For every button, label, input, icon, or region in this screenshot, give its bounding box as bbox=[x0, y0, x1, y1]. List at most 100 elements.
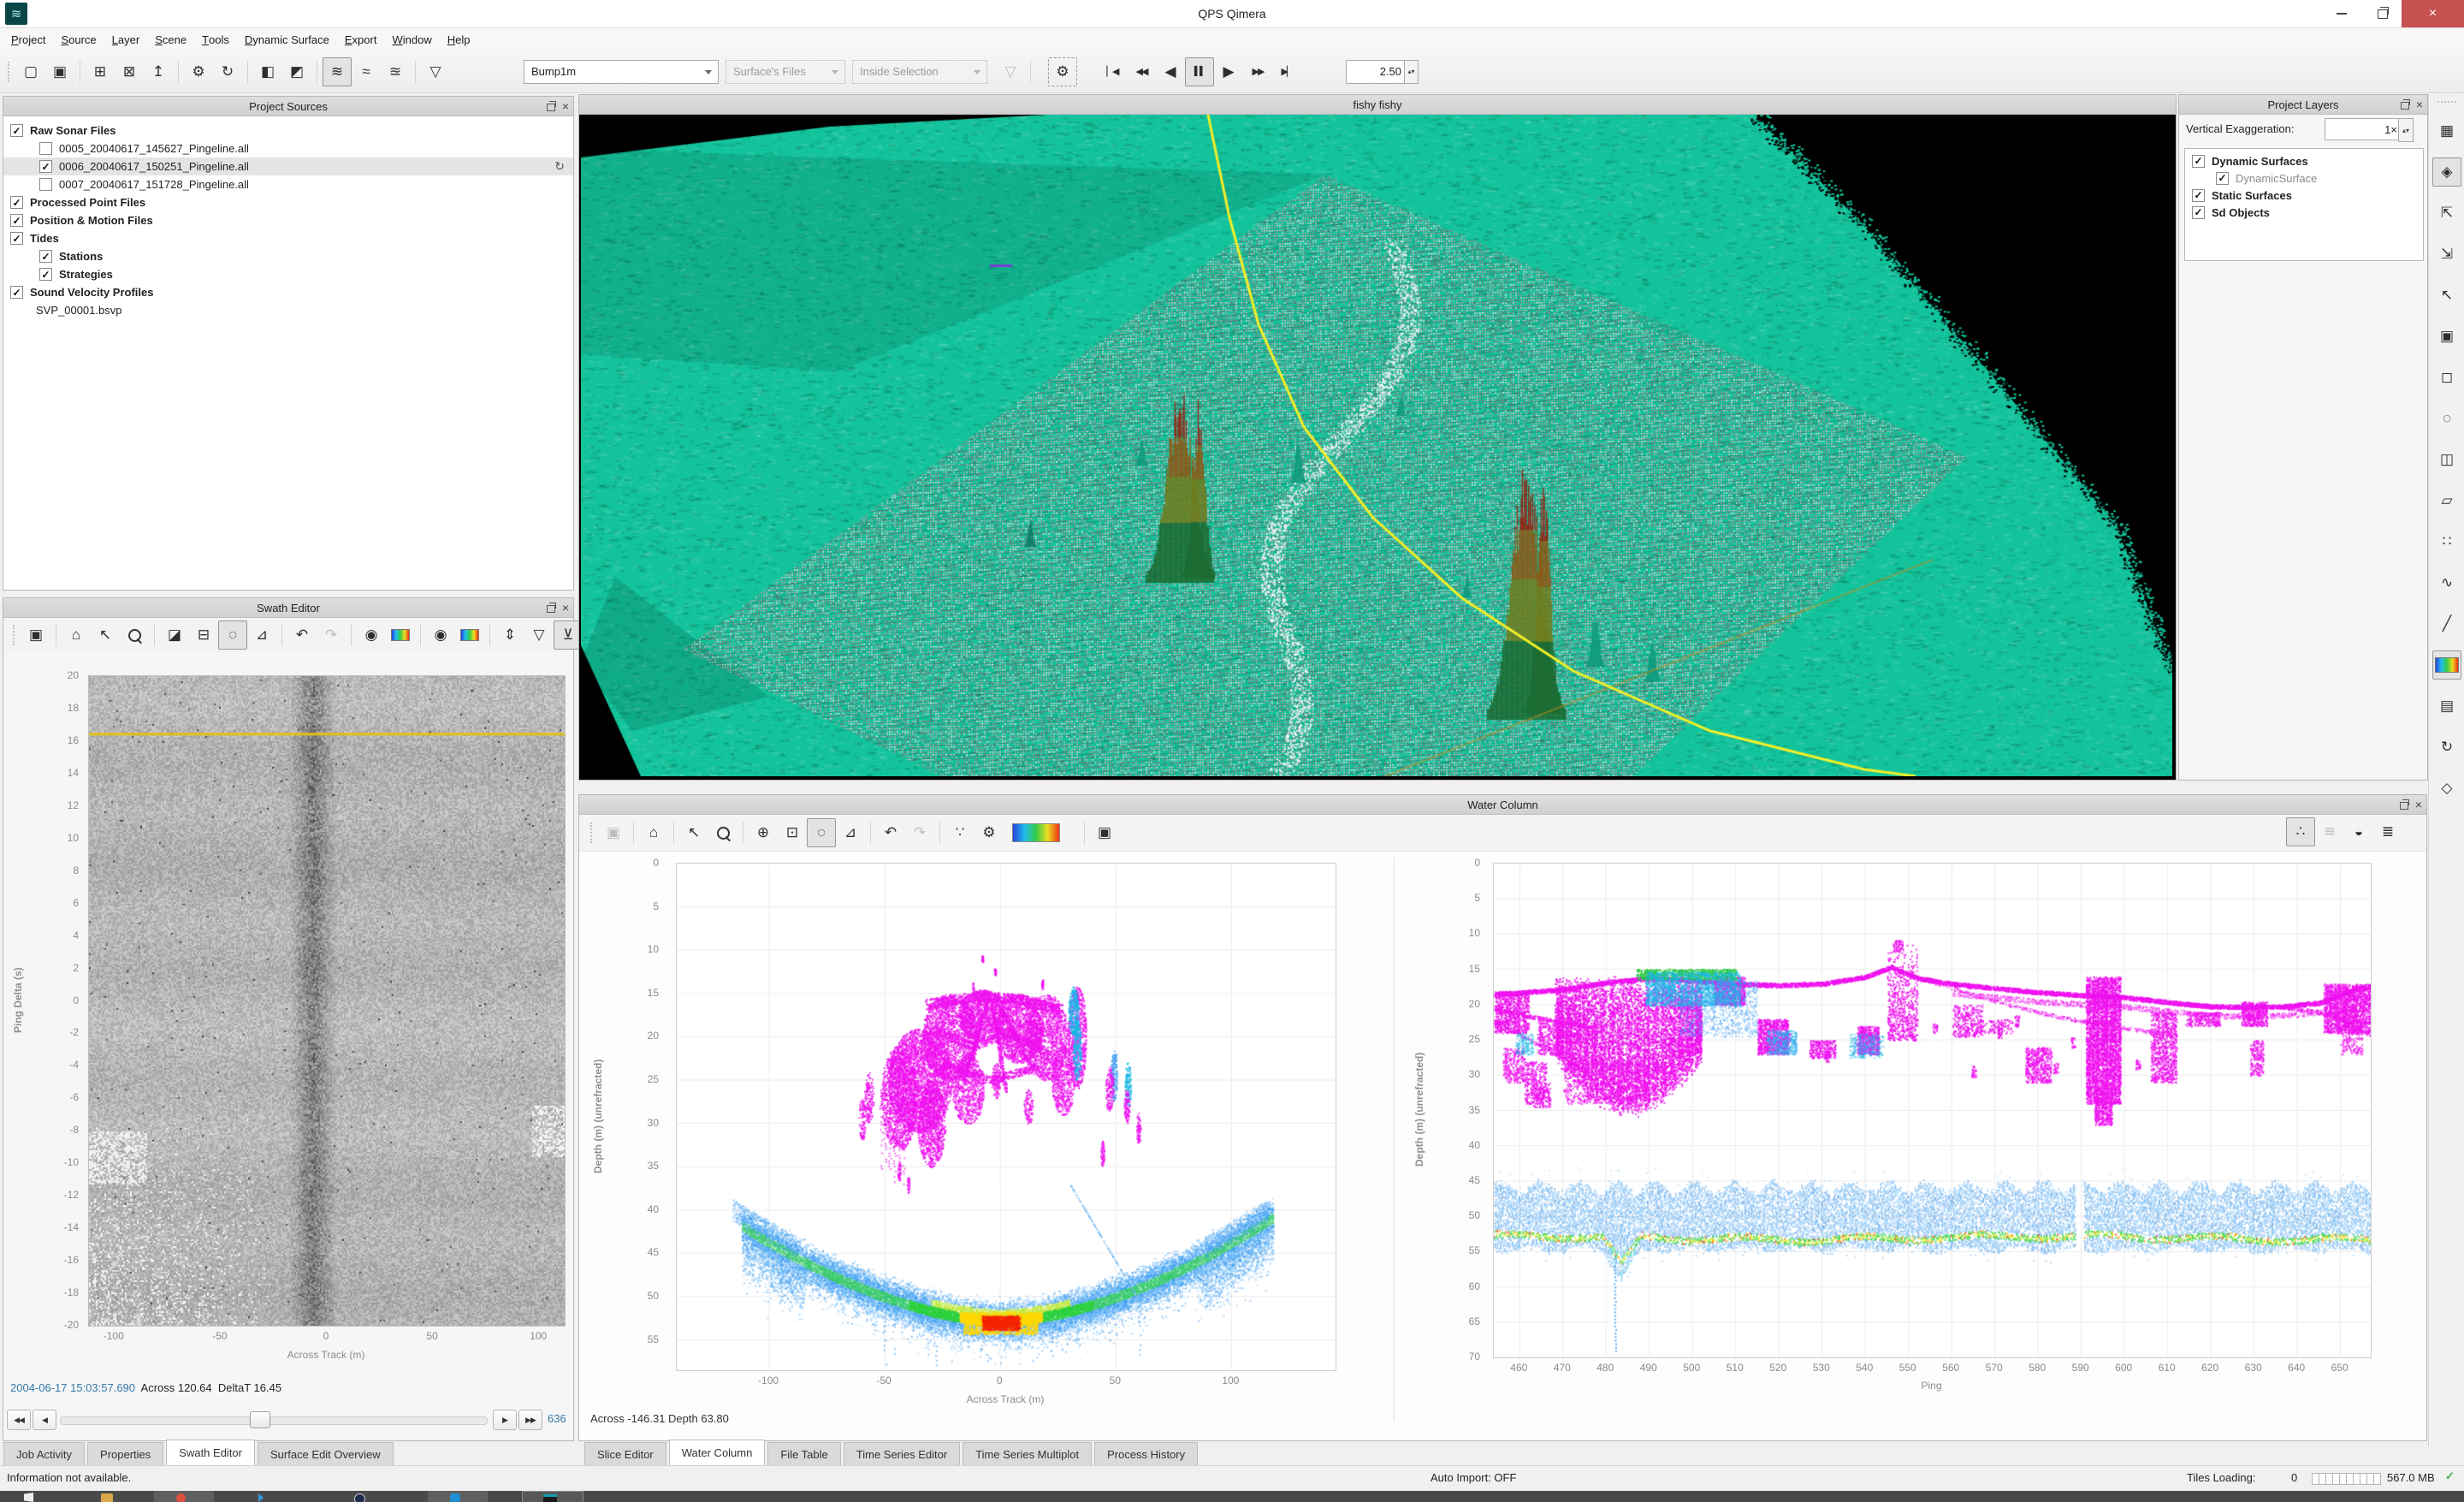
ping-prev-button[interactable]: ◀ bbox=[33, 1410, 56, 1430]
tree-item-raw-sonar-files[interactable]: ✓Raw Sonar Files bbox=[3, 122, 573, 140]
close-button[interactable]: × bbox=[2402, 0, 2464, 27]
vertical-exaggeration-input[interactable]: 1× bbox=[2325, 118, 2403, 140]
wc-settings-icon[interactable]: ⚙ bbox=[974, 818, 1004, 847]
zoom-to-extents-icon[interactable]: ⇲ bbox=[2432, 240, 2461, 269]
colormap-dropdown[interactable] bbox=[1004, 818, 1079, 847]
selection-combo[interactable]: Inside Selection bbox=[852, 60, 987, 84]
ping-slider-handle[interactable] bbox=[250, 1411, 270, 1428]
tree-item-dynamic-surfaces[interactable]: ✓Dynamic Surfaces bbox=[2185, 152, 2423, 169]
stacked-view-icon[interactable]: ◒ bbox=[2344, 817, 2373, 846]
tree-item-0006-20040617-150251-pingeline-all[interactable]: ✓0006_20040617_150251_Pingeline.all↻ bbox=[3, 157, 573, 175]
remove-source-files-icon[interactable]: ⊠ bbox=[115, 57, 144, 86]
ping-slider-track[interactable] bbox=[60, 1416, 488, 1425]
tab-properties[interactable]: Properties bbox=[87, 1442, 163, 1465]
fan-display-icon[interactable]: ≋ bbox=[2315, 817, 2344, 846]
handles-select-icon[interactable]: ◫ bbox=[2432, 445, 2461, 474]
float-panel-icon[interactable] bbox=[2400, 802, 2408, 810]
colormap-icon[interactable] bbox=[2432, 650, 2461, 680]
menu-source[interactable]: Source bbox=[53, 28, 104, 50]
processing-settings-icon[interactable]: ⚙ bbox=[184, 57, 213, 86]
checkbox[interactable]: ✓ bbox=[10, 124, 23, 137]
select-rectangle-icon[interactable]: ⊡ bbox=[778, 818, 807, 847]
tab-file-table[interactable]: File Table bbox=[767, 1442, 840, 1465]
rewind-button[interactable]: ◀◀ bbox=[1127, 57, 1156, 86]
go-first-button[interactable]: ▏◀ bbox=[1098, 57, 1127, 86]
close-panel-icon[interactable]: × bbox=[562, 602, 569, 614]
home-view-icon[interactable]: ⌂ bbox=[62, 620, 91, 650]
rectangle-select-icon[interactable]: ▣ bbox=[2432, 322, 2461, 351]
ping-next-fast-button[interactable]: ▶▶ bbox=[518, 1410, 542, 1430]
grid-view-icon[interactable]: ▦ bbox=[2432, 116, 2461, 145]
wc-ping-plot[interactable] bbox=[1493, 863, 2372, 1358]
tab-time-series-editor[interactable]: Time Series Editor bbox=[844, 1442, 960, 1465]
close-panel-icon[interactable]: × bbox=[562, 100, 569, 112]
tree-item-tides[interactable]: ✓Tides bbox=[3, 229, 573, 247]
reject-polygon-icon[interactable]: ⊿ bbox=[247, 620, 276, 650]
checkbox[interactable]: ✓ bbox=[39, 268, 52, 281]
plane-select-icon[interactable]: ▱ bbox=[2432, 486, 2461, 515]
float-panel-icon[interactable] bbox=[547, 104, 555, 111]
tree-item-svp-00001-bsvp[interactable]: SVP_00001.bsvp bbox=[3, 301, 573, 319]
tab-time-series-multiplot[interactable]: Time Series Multiplot bbox=[962, 1442, 1092, 1465]
ve-spinner-buttons[interactable]: ▴▾ bbox=[2398, 118, 2414, 142]
lasso-select-icon[interactable]: ◌ bbox=[2432, 404, 2461, 433]
grid-3d-icon[interactable]: ▤ bbox=[2432, 692, 2461, 721]
surface-combo[interactable]: Bump1m bbox=[524, 60, 719, 84]
menu-window[interactable]: Window bbox=[384, 28, 439, 50]
add-source-files-icon[interactable]: ⊞ bbox=[86, 57, 115, 86]
display-options-icon[interactable]: ≣ bbox=[2373, 817, 2402, 846]
undo-icon[interactable]: ↶ bbox=[876, 818, 905, 847]
new-project-icon[interactable]: ▢ bbox=[16, 57, 45, 86]
checkbox[interactable] bbox=[39, 178, 52, 191]
ruler-icon[interactable]: ╱ bbox=[2432, 609, 2461, 638]
ping-next-button[interactable]: ▶ bbox=[493, 1410, 517, 1430]
taskbar-qimera-icon[interactable] bbox=[522, 1491, 583, 1502]
tree-item-processed-point-files[interactable]: ✓Processed Point Files bbox=[3, 193, 573, 211]
spinner-arrows[interactable]: ▴▾ bbox=[1404, 60, 1419, 84]
tree-item-0007-20040617-151728-pingeline-all[interactable]: 0007_20040617_151728_Pingeline.all bbox=[3, 175, 573, 193]
surface-filter-icon[interactable]: ▽ bbox=[421, 57, 450, 86]
reprocess-icon[interactable]: ↻ bbox=[213, 57, 242, 86]
menu-help[interactable]: Help bbox=[440, 28, 478, 50]
rotate-view-icon[interactable]: ↻ bbox=[2432, 733, 2461, 762]
checkbox[interactable]: ✓ bbox=[10, 286, 23, 299]
water-column-slice-icon[interactable]: ≈ bbox=[352, 57, 381, 86]
profile-icon[interactable]: ∿ bbox=[2432, 568, 2461, 597]
export-files-icon[interactable]: ↥ bbox=[144, 57, 173, 86]
extract-points-icon[interactable]: ∵ bbox=[945, 818, 974, 847]
zoom-to-surface-icon[interactable]: ⇱ bbox=[2432, 199, 2461, 228]
redo-icon[interactable]: ↷ bbox=[905, 818, 934, 847]
beam-filter-icon[interactable]: ▽ bbox=[524, 620, 554, 650]
save-wc-data-icon[interactable]: ▣ bbox=[1090, 818, 1119, 847]
checkbox[interactable] bbox=[39, 142, 52, 155]
menu-export[interactable]: Export bbox=[337, 28, 385, 50]
step-back-button[interactable]: ◀ bbox=[1156, 57, 1185, 86]
save-icon[interactable]: ▣ bbox=[21, 620, 50, 650]
tree-item-strategies[interactable]: ✓Strategies bbox=[3, 265, 573, 283]
selection-filter-icon[interactable]: ▽ bbox=[996, 57, 1025, 86]
eraser-icon[interactable]: ◪ bbox=[160, 620, 189, 650]
cube-view-icon[interactable]: ◇ bbox=[2432, 774, 2461, 803]
playback-speed-spinner[interactable]: 2.50▴▾ bbox=[1346, 60, 1406, 84]
tab-process-history[interactable]: Process History bbox=[1094, 1442, 1198, 1465]
open-project-icon[interactable]: ▣ bbox=[45, 57, 74, 86]
menu-project[interactable]: Project bbox=[3, 28, 53, 50]
zoom-icon[interactable] bbox=[708, 818, 737, 847]
taskbar-app1-icon[interactable] bbox=[154, 1491, 214, 1502]
color-by-flag-icon[interactable] bbox=[386, 620, 415, 650]
select-lasso-icon[interactable]: ◌ bbox=[807, 818, 836, 847]
close-panel-icon[interactable]: × bbox=[2416, 98, 2423, 110]
menu-dynamic-surface[interactable]: Dynamic Surface bbox=[237, 28, 337, 50]
tree-item-sound-velocity-profiles[interactable]: ✓Sound Velocity Profiles bbox=[3, 283, 573, 301]
checkbox[interactable]: ✓ bbox=[10, 214, 23, 227]
add-to-dynamic-surface-icon[interactable]: ◧ bbox=[253, 57, 282, 86]
reject-rectangle-icon[interactable]: ⊟ bbox=[189, 620, 218, 650]
tree-item-static-surfaces[interactable]: ✓Static Surfaces bbox=[2185, 187, 2423, 204]
select-polygon-icon[interactable]: ⊿ bbox=[836, 818, 865, 847]
taskbar-explorer-icon[interactable] bbox=[86, 1491, 145, 1502]
polygon-select-icon[interactable]: ◻ bbox=[2432, 363, 2461, 392]
ping-prev-fast-button[interactable]: ◀◀ bbox=[7, 1410, 31, 1430]
tree-item-dynamicsurface[interactable]: ✓DynamicSurface bbox=[2185, 169, 2423, 187]
restore-button[interactable] bbox=[2363, 0, 2402, 27]
go-last-button[interactable]: ▶▏ bbox=[1272, 57, 1301, 86]
